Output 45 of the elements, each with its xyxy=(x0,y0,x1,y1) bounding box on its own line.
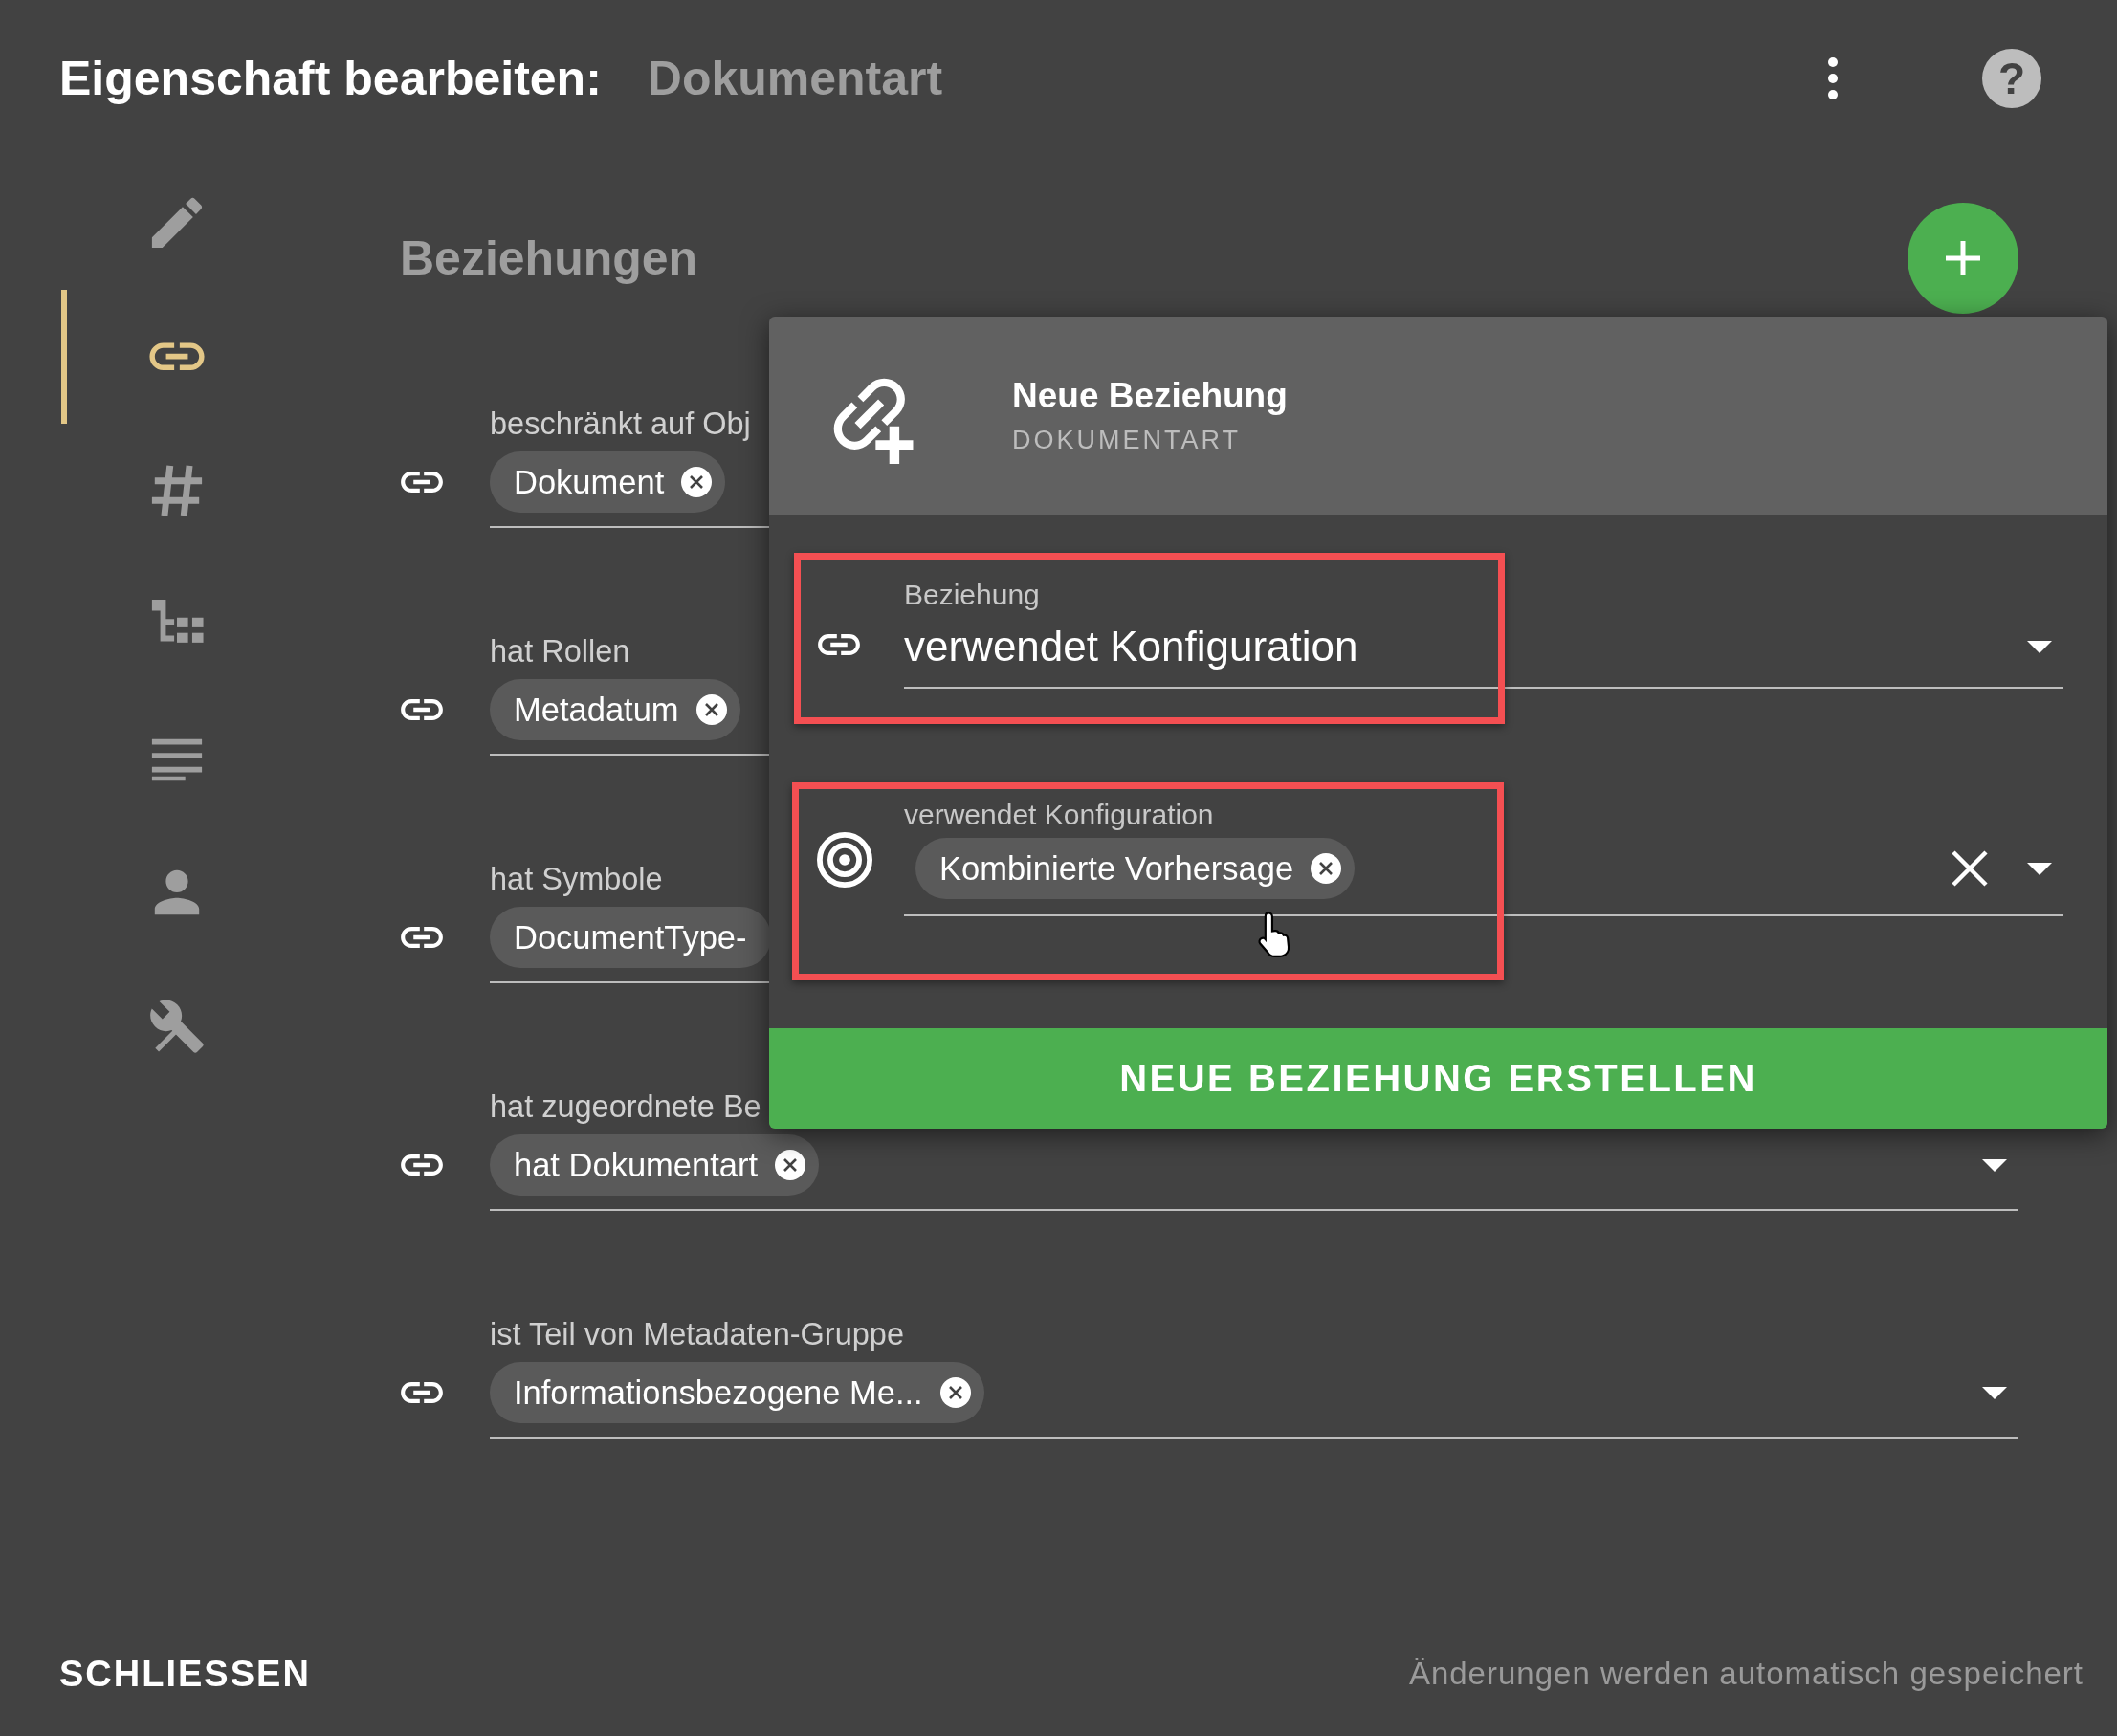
chip: Dokument xyxy=(490,451,726,513)
pencil-icon xyxy=(149,195,205,251)
autosave-status: Änderungen werden automatisch gespeichert xyxy=(1408,1656,2084,1692)
remove-icon[interactable] xyxy=(939,1377,971,1408)
chip: Informationsbezogene Me... xyxy=(490,1362,984,1423)
remove-icon[interactable] xyxy=(775,1150,806,1180)
link-icon xyxy=(400,1380,444,1404)
target-icon xyxy=(817,832,872,888)
dropdown-arrow-icon[interactable] xyxy=(1982,1386,2007,1399)
field-label: Beziehung xyxy=(904,578,1040,612)
link-icon xyxy=(400,1153,444,1176)
link-icon xyxy=(817,632,861,656)
help-button[interactable]: ? xyxy=(1982,48,2041,108)
remove-icon[interactable] xyxy=(681,467,713,497)
remove-icon[interactable] xyxy=(695,694,727,725)
link-icon xyxy=(400,925,444,949)
field-label: hat zugeordnete Be xyxy=(490,1088,761,1126)
chip: hat Dokumentart xyxy=(490,1134,820,1196)
dialog-title: Eigenschaft bearbeiten: xyxy=(59,50,602,106)
tools-icon xyxy=(149,999,205,1054)
select-field[interactable]: verwendet Konfiguration xyxy=(904,616,2063,687)
more-options-icon[interactable] xyxy=(1827,56,1839,99)
field-label: hat Rollen xyxy=(490,633,630,670)
chip: Kombinierte Vorhersage xyxy=(915,838,1356,899)
link-icon xyxy=(148,341,206,372)
link-icon xyxy=(400,470,444,494)
field-label: ist Teil von Metadaten-Gruppe xyxy=(490,1316,904,1353)
dropdown-arrow-icon[interactable] xyxy=(1982,1158,2007,1172)
close-button[interactable]: SCHLIESSEN xyxy=(59,1653,311,1695)
dialog-title: Neue Beziehung xyxy=(1012,376,1288,416)
hash-icon xyxy=(149,463,205,518)
field-label: beschränkt auf Obj xyxy=(490,406,751,443)
chip: Metadatum xyxy=(490,679,740,740)
clear-icon[interactable] xyxy=(1951,849,1989,888)
section-title: Beziehungen xyxy=(400,231,698,286)
dialog-subtitle: DOKUMENTART xyxy=(1012,426,1242,455)
link-icon xyxy=(400,697,444,721)
dropdown-arrow-icon[interactable] xyxy=(2027,862,2052,875)
property-name: Dokumentart xyxy=(647,50,943,106)
chip: DocumentType- xyxy=(490,907,771,968)
field-label: verwendet Konfiguration xyxy=(904,798,1214,832)
field-label: hat Symbole xyxy=(490,861,663,898)
dropdown-arrow-icon[interactable] xyxy=(2027,640,2052,653)
remove-icon[interactable] xyxy=(1311,853,1342,884)
plus-icon xyxy=(1944,239,1982,277)
